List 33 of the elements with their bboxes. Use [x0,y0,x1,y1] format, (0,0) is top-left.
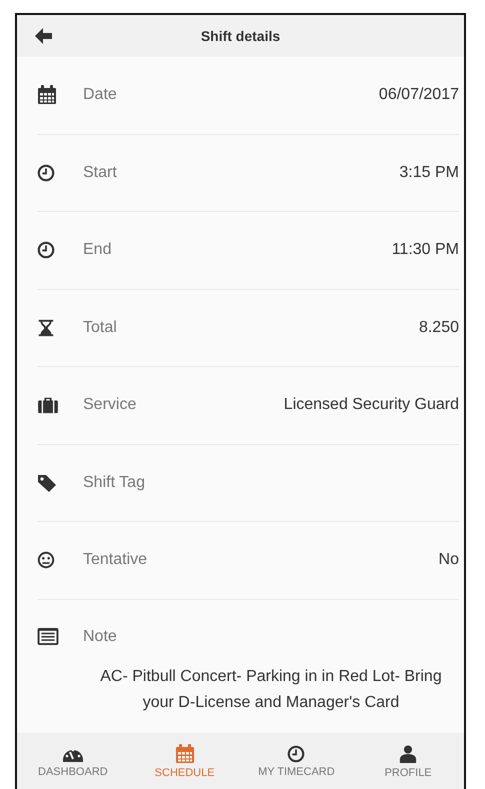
field-label: Tentative [83,551,148,570]
field-label: Shift Tag [83,474,146,492]
field-value: No [438,551,459,570]
field-label: Date [83,86,118,104]
clock-icon [37,241,55,260]
clock-icon [37,164,55,182]
screen-title: Shift details [200,28,280,44]
person-icon [399,744,418,764]
field-value: 3:15 PM [399,164,459,182]
field-value: 11:30 PM [392,241,459,260]
nav-tab[interactable]: MY TIMECARD [240,732,352,789]
field-label: Note [83,628,118,646]
field-label: Total [83,318,118,337]
nav-tab[interactable]: DASHBOARD [17,732,129,789]
note-text: AC- Pitbull Concert- Parking in in Red Lot- Bring your D-License and Manager's Card [99,666,443,712]
field-label: Start [83,164,118,182]
field-value: 06/07/2017 [378,86,459,104]
hourglass-icon [37,318,55,338]
calendar-icon [37,85,57,106]
neutral-face-icon [37,551,55,570]
back-button[interactable] [33,26,53,46]
note-icon [37,628,59,645]
briefcase-icon [37,396,59,414]
field-value: Licensed Security Guard [284,396,459,414]
calendar-icon [174,744,195,764]
back-arrow-icon [33,26,53,46]
field-value: 8.250 [418,318,459,337]
nav-tab[interactable]: SCHEDULE [128,732,240,789]
clock-icon [287,745,306,763]
field-label: End [83,241,112,260]
field-label: Service [83,396,138,414]
nav-tab[interactable]: PROFILE [352,732,464,789]
tag-icon [37,472,57,493]
